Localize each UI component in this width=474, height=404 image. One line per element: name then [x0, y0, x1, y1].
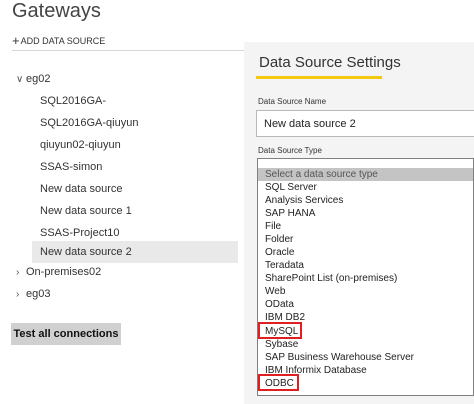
data-source-label: New data source 1: [40, 205, 132, 217]
data-source-label: SSAS-simon: [40, 161, 103, 173]
chevron-right-icon[interactable]: ›: [16, 267, 26, 278]
chevron-down-icon[interactable]: ∨: [16, 74, 26, 85]
type-option[interactable]: Folder: [258, 233, 473, 246]
gateway-group-on-premises02[interactable]: › On-premises02: [16, 261, 101, 283]
data-source-item[interactable]: SQL2016GA-qiuyun: [32, 112, 238, 134]
data-source-label: SQL2016GA-qiuyun: [40, 117, 139, 129]
page-title: Gateways: [12, 0, 101, 22]
gateway-label: eg02: [26, 73, 51, 85]
gateway-label: eg03: [26, 288, 51, 300]
plus-icon: +: [12, 33, 20, 48]
data-source-label: New data source: [40, 183, 123, 195]
type-option-placeholder[interactable]: Select a data source type: [258, 168, 473, 181]
type-option[interactable]: SharePoint List (on-premises): [258, 272, 473, 285]
gateway-group-eg02[interactable]: ∨ eg02: [16, 68, 50, 90]
data-source-item[interactable]: New data source: [32, 178, 238, 200]
data-source-name-input[interactable]: New data source 2: [256, 110, 474, 137]
gateway-label: On-premises02: [26, 266, 102, 278]
settings-title-underline: [256, 76, 382, 79]
type-option[interactable]: File: [258, 220, 473, 233]
type-option[interactable]: SAP HANA: [258, 207, 473, 220]
data-source-type-list[interactable]: Select a data source type SQL Server Ana…: [257, 158, 474, 396]
data-source-item[interactable]: SSAS-simon: [32, 156, 238, 178]
type-option[interactable]: Web: [258, 285, 473, 298]
data-source-label: qiuyun02-qiuyun: [40, 139, 121, 151]
divider: [12, 50, 244, 51]
chevron-right-icon[interactable]: ›: [16, 289, 26, 300]
data-source-label: SSAS-Project10: [40, 227, 120, 239]
type-option[interactable]: Analysis Services: [258, 194, 473, 207]
settings-title: Data Source Settings: [259, 54, 401, 71]
mysql-highlight-box: [258, 322, 302, 339]
type-option[interactable]: Oracle: [258, 246, 473, 259]
data-source-item-selected[interactable]: New data source 2: [32, 241, 238, 263]
test-all-connections-button[interactable]: Test all connections: [11, 323, 121, 345]
data-source-item[interactable]: SQL2016GA-: [32, 90, 238, 112]
type-option[interactable]: SAP Business Warehouse Server: [258, 351, 473, 364]
add-data-source-label: ADD DATA SOURCE: [20, 35, 106, 46]
data-source-name-label: Data Source Name: [258, 97, 327, 106]
odbc-highlight-box: [258, 374, 299, 391]
data-source-item[interactable]: qiuyun02-qiuyun: [32, 134, 238, 156]
gateway-group-eg03[interactable]: › eg03: [16, 283, 50, 305]
data-source-label: SQL2016GA-: [40, 95, 107, 107]
add-data-source-button[interactable]: + ADD DATA SOURCE: [12, 34, 105, 47]
data-source-item[interactable]: New data source 1: [32, 200, 238, 222]
type-option[interactable]: Sybase: [258, 338, 473, 351]
type-option[interactable]: OData: [258, 298, 473, 311]
type-option[interactable]: Teradata: [258, 259, 473, 272]
data-source-type-label: Data Source Type: [258, 146, 322, 155]
type-option[interactable]: SQL Server: [258, 181, 473, 194]
data-source-label: New data source 2: [40, 246, 132, 258]
